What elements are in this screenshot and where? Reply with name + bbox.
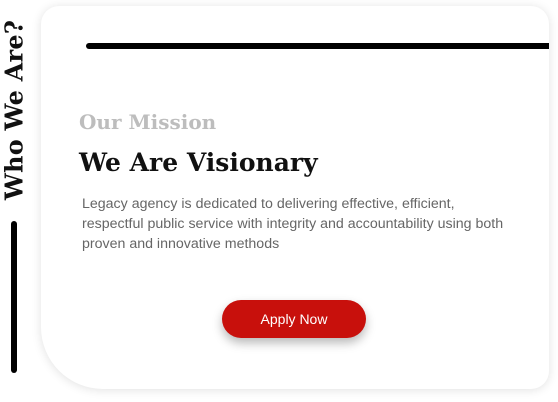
section-title-vertical: Who We Are? [0,19,29,201]
mission-headline: We Are Visionary [79,148,318,177]
mission-card: Our Mission We Are Visionary Legacy agen… [41,6,549,389]
mission-description: Legacy agency is dedicated to delivering… [82,196,504,252]
apply-now-button[interactable]: Apply Now [222,300,366,338]
mission-eyebrow: Our Mission [79,110,217,134]
horizontal-divider [86,43,549,49]
vertical-divider [11,221,17,373]
who-we-are-section: Who We Are? Our Mission We Are Visionary… [0,0,558,402]
